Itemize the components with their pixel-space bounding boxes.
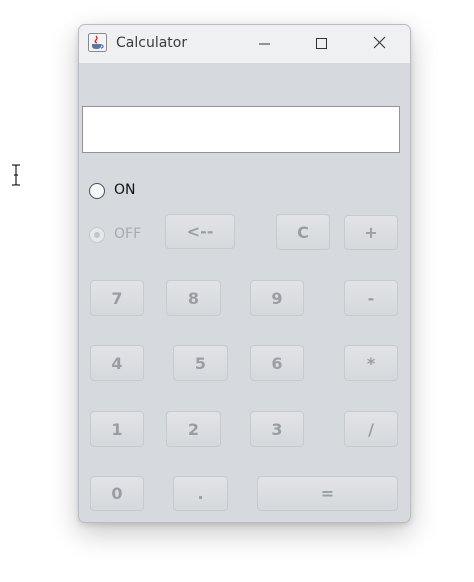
multiply-button[interactable]: * — [344, 345, 398, 381]
maximize-icon — [316, 38, 327, 49]
on-radio-indicator[interactable] — [89, 183, 105, 199]
title-bar[interactable]: Calculator — [79, 25, 410, 63]
digit-5-button[interactable]: 5 — [173, 345, 228, 381]
backspace-button[interactable]: <-- — [165, 214, 235, 249]
java-coffee-cup-icon — [88, 33, 107, 52]
clear-button[interactable]: C — [276, 214, 330, 250]
on-radio-label: ON — [114, 182, 136, 198]
minimize-icon — [259, 43, 270, 45]
window-title: Calculator — [116, 35, 188, 51]
digit-7-button[interactable]: 7 — [90, 280, 144, 316]
subtract-button[interactable]: - — [344, 280, 398, 316]
calculator-window: Calculator ON OFF <-- C + 7 8 9 - 4 5 6 … — [78, 24, 411, 523]
display-field[interactable] — [82, 106, 400, 153]
digit-1-button[interactable]: 1 — [90, 411, 144, 447]
off-radio-label: OFF — [114, 226, 142, 242]
equals-button[interactable]: = — [257, 476, 398, 511]
add-button[interactable]: + — [344, 215, 398, 250]
on-radio[interactable]: ON — [89, 181, 149, 201]
close-icon — [373, 36, 386, 49]
decimal-button[interactable]: . — [173, 476, 228, 511]
digit-9-button[interactable]: 9 — [250, 280, 304, 316]
maximize-button[interactable] — [298, 25, 344, 63]
digit-6-button[interactable]: 6 — [250, 345, 304, 381]
off-radio[interactable]: OFF — [89, 225, 149, 245]
digit-4-button[interactable]: 4 — [90, 345, 144, 381]
digit-0-button[interactable]: 0 — [90, 476, 144, 511]
minimize-button[interactable] — [241, 25, 287, 63]
off-radio-indicator[interactable] — [89, 227, 105, 243]
digit-8-button[interactable]: 8 — [166, 280, 221, 316]
text-cursor-icon — [12, 164, 20, 186]
digit-2-button[interactable]: 2 — [166, 411, 221, 447]
close-button[interactable] — [356, 25, 402, 63]
digit-3-button[interactable]: 3 — [250, 411, 304, 447]
divide-button[interactable]: / — [344, 411, 398, 447]
